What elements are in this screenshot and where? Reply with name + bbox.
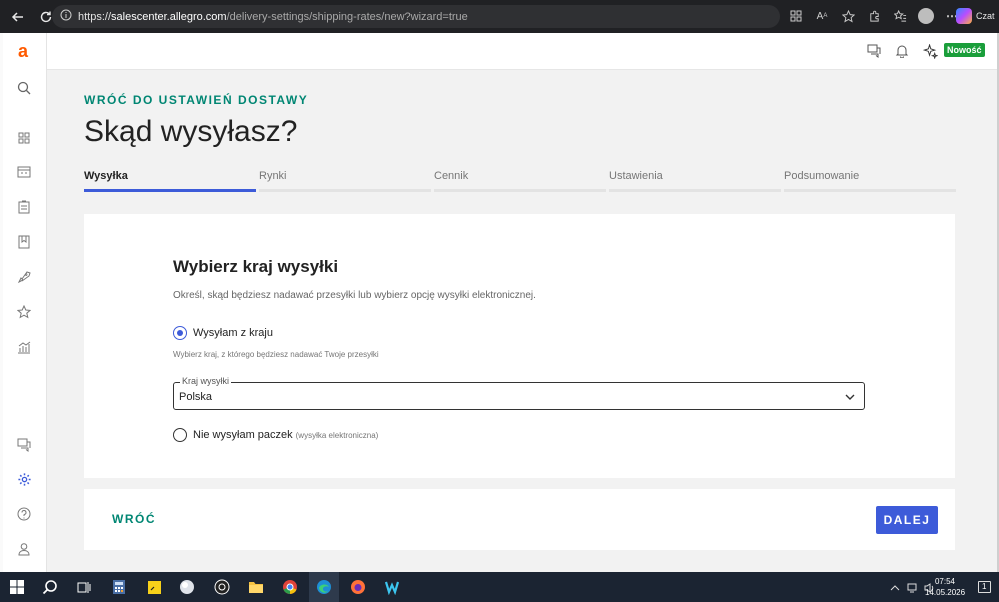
browser-toolbar: https://salescenter.allegro.com/delivery… — [0, 0, 999, 33]
option-extra: (wysyłka elektroniczna) — [295, 430, 379, 440]
notification-center-icon[interactable] — [978, 581, 991, 593]
card-description: Określ, skąd będziesz nadawać przesyłki … — [173, 290, 536, 301]
step-settings[interactable]: Ustawienia — [609, 166, 781, 194]
sidebar: a — [3, 33, 47, 572]
url-text: https://salescenter.allegro.com/delivery… — [78, 11, 468, 23]
next-button[interactable]: DALEJ — [876, 506, 938, 534]
step-label: Podsumowanie — [784, 170, 860, 182]
step-label: Rynki — [259, 170, 287, 182]
help-icon[interactable] — [15, 505, 33, 523]
notifications-bell-icon[interactable] — [893, 42, 911, 60]
rocket-icon[interactable] — [15, 268, 33, 286]
step-summary[interactable]: Podsumowanie — [784, 166, 956, 194]
option-hint: Wybierz kraj, z którego będziesz nadawać… — [173, 350, 379, 359]
step-markets[interactable]: Rynki — [259, 166, 431, 194]
url-path: /delivery-settings/shipping-rates/new?wi… — [226, 10, 468, 23]
shipping-country-card: Wybierz kraj wysyłki Określ, skąd będzie… — [84, 214, 955, 478]
edge-icon[interactable] — [315, 578, 333, 596]
firefox-icon[interactable] — [349, 578, 367, 596]
settings-gear-icon[interactable] — [15, 470, 33, 488]
read-aloud-icon[interactable]: AA — [812, 6, 832, 26]
offers-icon[interactable] — [15, 233, 33, 251]
app-w-icon[interactable] — [384, 578, 402, 596]
shipping-country-select[interactable]: Kraj wysyłki Polska — [173, 376, 865, 410]
step-progress-bar — [609, 189, 781, 192]
step-label: Cennik — [434, 170, 469, 182]
step-progress-bar — [259, 189, 431, 192]
search-icon[interactable] — [15, 79, 33, 97]
new-badge[interactable]: Nowość — [944, 43, 985, 57]
back-button[interactable]: WRÓĆ — [112, 512, 156, 526]
sparkle-ai-icon[interactable] — [921, 42, 939, 60]
info-icon[interactable] — [60, 8, 72, 26]
file-explorer-icon[interactable] — [247, 578, 265, 596]
allegro-logo[interactable]: a — [18, 41, 28, 62]
wizard-footer: WRÓĆ DALEJ — [84, 489, 955, 550]
task-view-icon[interactable] — [75, 578, 93, 596]
select-value: Polska — [179, 391, 213, 403]
step-label: Ustawienia — [609, 170, 663, 182]
store-icon[interactable] — [15, 163, 33, 181]
clock[interactable]: 07:54 14.05.2026 — [925, 576, 965, 598]
step-pricelist[interactable]: Cennik — [434, 166, 606, 194]
copilot-button[interactable]: Czat — [956, 8, 995, 24]
app-topbar: Nowość — [47, 33, 997, 70]
obs-icon[interactable] — [213, 578, 231, 596]
clock-time: 07:54 — [934, 577, 956, 586]
chevron-down-icon — [844, 390, 856, 402]
page-title: Skąd wysyłasz? — [84, 115, 298, 148]
radio-selected[interactable] — [173, 326, 187, 340]
network-icon[interactable] — [906, 580, 918, 598]
windows-start-icon[interactable] — [8, 578, 26, 596]
orders-icon[interactable] — [15, 198, 33, 216]
browser-actions: AA ⋯ — [786, 6, 962, 26]
copilot-icon — [956, 8, 972, 24]
app-circle-icon[interactable] — [178, 578, 196, 596]
messages-icon[interactable] — [15, 436, 33, 454]
select-legend: Kraj wysyłki — [180, 376, 232, 386]
favorite-star-icon[interactable] — [838, 6, 858, 26]
apps-icon[interactable] — [786, 6, 806, 26]
calculator-icon[interactable] — [110, 578, 128, 596]
user-account-icon[interactable] — [15, 540, 33, 558]
copilot-label: Czat — [976, 11, 995, 21]
step-progress-bar — [84, 189, 256, 192]
statistics-icon[interactable] — [15, 338, 33, 356]
url-host: salescenter.allegro.com — [111, 10, 227, 23]
star-icon[interactable] — [15, 303, 33, 321]
windows-taskbar: 07:54 14.05.2026 — [0, 572, 999, 602]
chat-icon[interactable] — [865, 42, 883, 60]
clock-date: 14.05.2026 — [925, 588, 966, 597]
option-ship-from-country[interactable]: Wysyłam z kraju — [173, 326, 273, 340]
option-no-parcels[interactable]: Nie wysyłam paczek (wysyłka elektroniczn… — [173, 428, 378, 442]
back-arrow-icon[interactable] — [6, 5, 30, 29]
card-title: Wybierz kraj wysyłki — [173, 257, 339, 276]
wizard-stepper: Wysyłka Rynki Cennik Ustawienia Podsumow… — [84, 166, 956, 194]
step-shipping[interactable]: Wysyłka — [84, 166, 256, 194]
chevron-up-icon[interactable] — [890, 580, 900, 598]
chrome-icon[interactable] — [281, 578, 299, 596]
address-bar[interactable]: https://salescenter.allegro.com/delivery… — [52, 5, 780, 28]
url-scheme: https:// — [78, 10, 112, 23]
step-label: Wysyłka — [84, 170, 128, 182]
option-label: Wysyłam z kraju — [193, 327, 273, 339]
search-icon[interactable] — [41, 578, 59, 596]
step-progress-bar — [434, 189, 606, 192]
radio-unselected[interactable] — [173, 428, 187, 442]
back-to-delivery-settings-link[interactable]: WRÓĆ DO USTAWIEŃ DOSTAWY — [84, 93, 308, 107]
step-progress-bar — [784, 189, 956, 192]
favorites-list-icon[interactable] — [890, 6, 910, 26]
extensions-icon[interactable] — [864, 6, 884, 26]
option-label: Nie wysyłam paczek — [193, 429, 293, 441]
dashboard-icon[interactable] — [15, 129, 33, 147]
profile-avatar[interactable] — [916, 6, 936, 26]
sticky-notes-icon[interactable] — [145, 578, 163, 596]
